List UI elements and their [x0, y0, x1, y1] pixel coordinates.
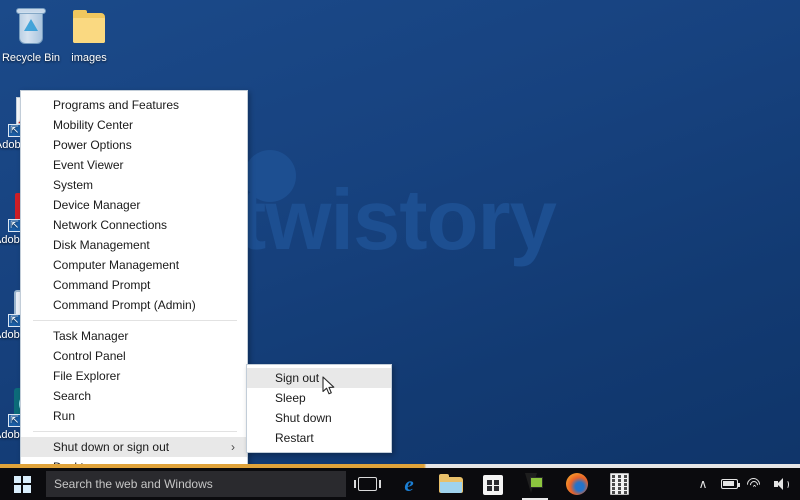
taskbar-app-calculator[interactable] [598, 468, 640, 500]
file-explorer-icon [439, 474, 463, 494]
menu-item-event-viewer[interactable]: Event Viewer [21, 155, 247, 175]
network-button[interactable] [742, 468, 768, 500]
wifi-icon [744, 474, 763, 494]
menu-item-label: Command Prompt (Admin) [53, 298, 196, 312]
submenu-item-shut-down[interactable]: Shut down [247, 408, 391, 428]
taskbar-app-microsoft-store[interactable] [472, 468, 514, 500]
menu-item-label: Control Panel [53, 349, 126, 363]
menu-item-label: Event Viewer [53, 158, 124, 172]
menu-item-file-explorer[interactable]: File Explorer [21, 366, 247, 386]
menu-item-label: Task Manager [53, 329, 129, 343]
folder-icon [68, 8, 110, 48]
submenu-item-label: Restart [275, 431, 314, 445]
menu-item-label: Command Prompt [53, 278, 151, 292]
submenu-item-label: Shut down [275, 411, 332, 425]
menu-item-disk-management[interactable]: Disk Management [21, 235, 247, 255]
watermark: twistory [238, 150, 698, 300]
menu-item-network-connections[interactable]: Network Connections [21, 215, 247, 235]
task-view-button[interactable] [346, 468, 388, 500]
taskbar[interactable]: Search the web and Windows e ∧ [0, 468, 800, 500]
menu-item-programs-and-features[interactable]: Programs and Features [21, 95, 247, 115]
taskbar-app-microsoft-edge[interactable]: e [388, 468, 430, 500]
taskbar-accent-line [0, 464, 800, 468]
submenu-item-restart[interactable]: Restart [247, 428, 391, 448]
edge-icon: e [404, 472, 414, 496]
battery-icon [720, 479, 740, 489]
chevron-up-icon: ∧ [698, 477, 708, 491]
submenu-item-label: Sleep [275, 391, 306, 405]
menu-item-label: Disk Management [53, 238, 150, 252]
shutdown-submenu[interactable]: Sign out Sleep Shut down Restart [246, 364, 392, 453]
store-icon [483, 473, 503, 495]
show-hidden-icons-button[interactable]: ∧ [690, 468, 716, 500]
search-input[interactable]: Search the web and Windows [46, 471, 346, 497]
menu-item-system[interactable]: System [21, 175, 247, 195]
desktop-icon-label: images [71, 52, 107, 64]
taskbar-app-mozilla-firefox[interactable] [556, 468, 598, 500]
chevron-right-icon: › [231, 440, 235, 454]
taskbar-app-file-explorer[interactable] [430, 468, 472, 500]
menu-item-search[interactable]: Search [21, 386, 247, 406]
taskbar-app-green-app[interactable] [514, 468, 556, 500]
desktop-icon-images[interactable]: images [52, 8, 126, 64]
menu-item-label: Network Connections [53, 218, 168, 232]
menu-item-label: Programs and Features [53, 98, 180, 112]
menu-item-task-manager[interactable]: Task Manager [21, 326, 247, 346]
speaker-icon [773, 477, 789, 491]
menu-item-label: Search [53, 389, 92, 403]
task-view-icon [353, 477, 381, 491]
menu-item-label: System [53, 178, 94, 192]
battery-button[interactable] [716, 468, 742, 500]
menu-separator [33, 320, 237, 321]
menu-item-power-options[interactable]: Power Options [21, 135, 247, 155]
menu-item-run[interactable]: Run [21, 406, 247, 426]
menu-item-label: Device Manager [53, 198, 141, 212]
firefox-icon [566, 473, 588, 495]
green-app-icon [523, 473, 547, 495]
menu-item-mobility-center[interactable]: Mobility Center [21, 115, 247, 135]
menu-item-label: File Explorer [53, 369, 121, 383]
watermark-dot [244, 150, 296, 202]
submenu-item-label: Sign out [275, 371, 320, 385]
search-placeholder: Search the web and Windows [54, 477, 213, 491]
submenu-item-sign-out[interactable]: Sign out [247, 368, 391, 388]
calculator-icon [609, 473, 629, 495]
menu-item-label: Run [53, 409, 76, 423]
system-tray[interactable]: ∧ [690, 468, 800, 500]
recycle-bin-icon [10, 8, 52, 48]
windows-logo-icon [13, 475, 31, 493]
winx-context-menu[interactable]: Programs and Features Mobility Center Po… [20, 90, 248, 480]
menu-item-command-prompt-admin[interactable]: Command Prompt (Admin) [21, 295, 247, 315]
start-button[interactable] [0, 468, 44, 500]
menu-item-label: Shut down or sign out [53, 440, 170, 454]
menu-item-label: Mobility Center [53, 118, 134, 132]
menu-item-command-prompt[interactable]: Command Prompt [21, 275, 247, 295]
desktop[interactable]: twistory Recycle Bin images A ⇱ Adobe Ac… [0, 0, 800, 500]
menu-separator [33, 431, 237, 432]
watermark-text: twistory [238, 173, 557, 268]
submenu-item-sleep[interactable]: Sleep [247, 388, 391, 408]
menu-item-shut-down-or-sign-out[interactable]: Shut down or sign out › [21, 437, 247, 457]
menu-item-control-panel[interactable]: Control Panel [21, 346, 247, 366]
menu-item-label: Power Options [53, 138, 132, 152]
menu-item-label: Computer Management [53, 258, 180, 272]
menu-item-computer-management[interactable]: Computer Management [21, 255, 247, 275]
menu-item-device-manager[interactable]: Device Manager [21, 195, 247, 215]
volume-button[interactable] [768, 468, 794, 500]
